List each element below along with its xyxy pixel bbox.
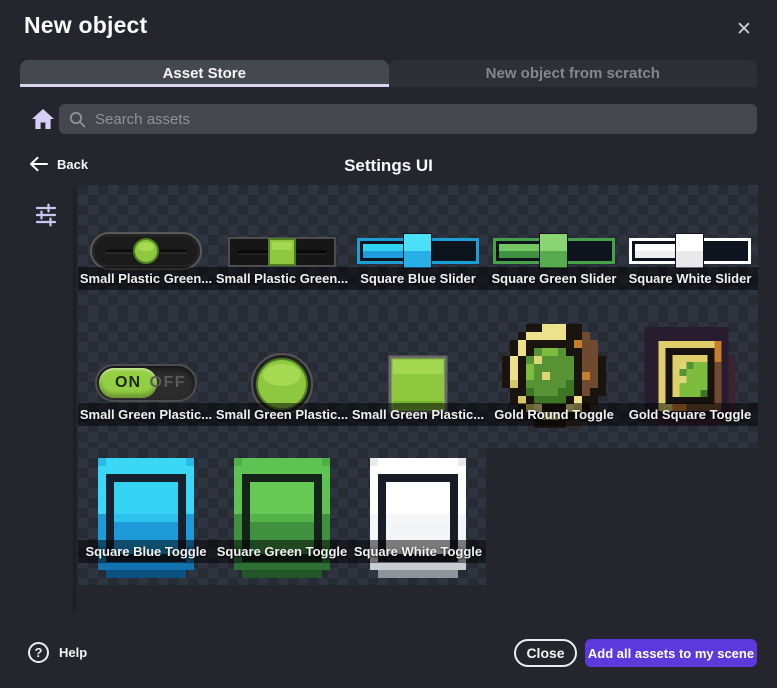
asset-preview-blue_toggle [98, 458, 194, 583]
help-icon: ? [28, 642, 49, 663]
help-button[interactable]: ? Help [28, 642, 87, 663]
asset-tile[interactable]: Square White Slider [622, 185, 758, 312]
toggle-off-label: OFF [150, 366, 187, 400]
asset-label: Small Plastic Green... [206, 267, 358, 290]
asset-row-1: Small Plastic Green... Small Plastic Gre… [78, 185, 758, 312]
asset-label: Square White Toggle [342, 540, 494, 563]
home-icon[interactable] [31, 107, 55, 131]
asset-tile[interactable]: Square Green Slider [486, 185, 622, 312]
close-icon[interactable]: ✕ [730, 15, 758, 43]
asset-label: Square Blue Slider [342, 267, 494, 290]
close-button[interactable]: Close [514, 639, 577, 667]
asset-label: Gold Square Toggle [614, 403, 766, 426]
asset-tile[interactable]: Square Green Toggle [214, 448, 350, 585]
filter-icon[interactable] [34, 203, 58, 227]
asset-preview-green_toggle [234, 458, 330, 583]
asset-tile[interactable]: Square Blue Slider [350, 185, 486, 312]
asset-tile[interactable]: Square White Toggle [350, 448, 486, 585]
page-title: New object [24, 12, 147, 39]
asset-tile[interactable]: Small Plastic Green... [78, 185, 214, 312]
tab-asset-store[interactable]: Asset Store [20, 60, 389, 87]
add-all-assets-button[interactable]: Add all assets to my scene [585, 639, 757, 667]
tab-new-object-from-scratch-label: New object from scratch [486, 65, 660, 82]
asset-preview-white_toggle [370, 458, 466, 583]
asset-tile[interactable]: Small Green Plastic... [350, 312, 486, 448]
asset-tile[interactable]: Gold Round Toggle [486, 312, 622, 448]
asset-label: Small Green Plastic... [70, 403, 222, 426]
tab-new-object-from-scratch[interactable]: New object from scratch [389, 60, 758, 87]
asset-label: Square White Slider [614, 267, 766, 290]
asset-tile[interactable]: Square Blue Toggle [78, 448, 214, 585]
help-label: Help [59, 645, 87, 660]
asset-preview-onoff: ON OFF [95, 364, 197, 402]
search-icon [69, 111, 86, 128]
asset-tile[interactable]: Small Plastic Green... [214, 185, 350, 312]
tab-asset-store-label: Asset Store [163, 65, 246, 82]
asset-label: Square Blue Toggle [70, 540, 222, 563]
toggle-on-label: ON [99, 368, 157, 398]
asset-label: Small Plastic Green... [70, 267, 222, 290]
asset-tile[interactable]: Gold Square Toggle [622, 312, 758, 448]
asset-row-2: ON OFFSmall Green Plastic... Small Green… [78, 312, 758, 448]
asset-label: Small Green Plastic... [342, 403, 494, 426]
asset-label: Gold Round Toggle [478, 403, 630, 426]
search-input[interactable] [95, 111, 747, 128]
search-bar [59, 104, 757, 134]
section-title: Settings UI [0, 156, 777, 176]
asset-label: Small Green Plastic... [206, 403, 358, 426]
asset-tile[interactable]: ON OFFSmall Green Plastic... [78, 312, 214, 448]
asset-row-3: Square Blue ToggleSquare Green ToggleSqu… [78, 448, 486, 585]
asset-tile[interactable]: Small Green Plastic... [214, 312, 350, 448]
tab-bar: Asset Store New object from scratch [20, 60, 757, 87]
asset-label: Square Green Toggle [206, 540, 358, 563]
asset-label: Square Green Slider [478, 267, 630, 290]
